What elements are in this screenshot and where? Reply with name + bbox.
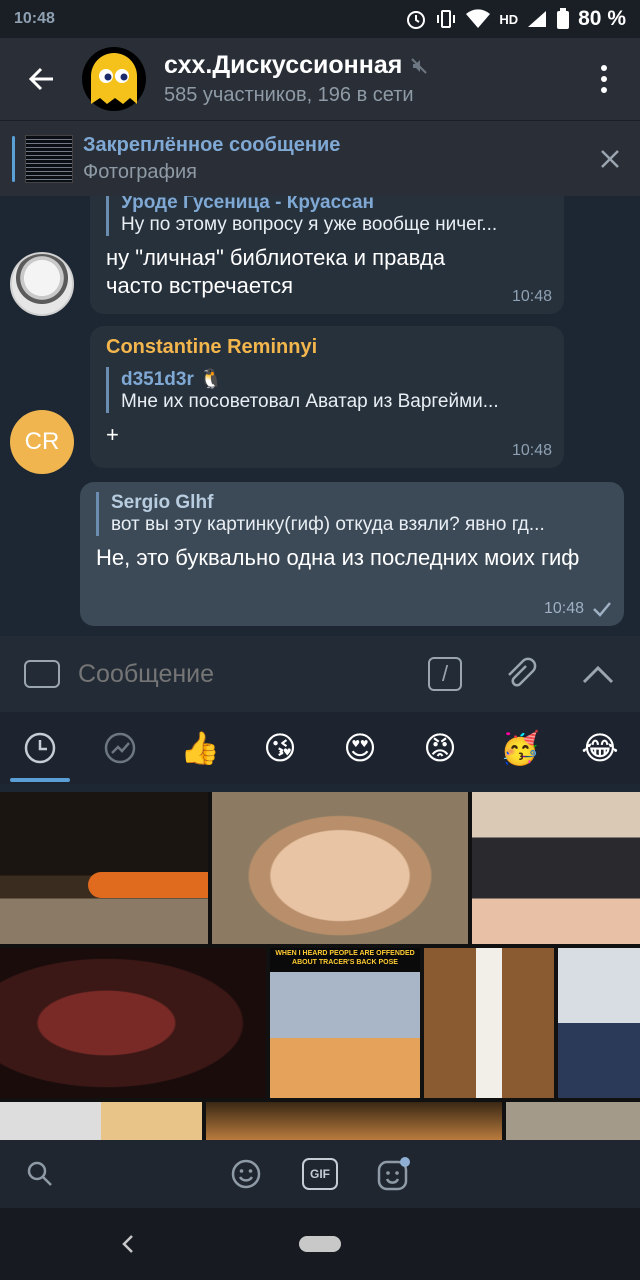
pinned-title: Закреплённое сообщение [83,133,341,156]
search-icon[interactable] [26,1160,54,1188]
keyboard-icon[interactable] [24,660,60,688]
chat-header: схх.Дискуссионная 585 участников, 196 в … [0,38,640,120]
battery-percent: 80 % [578,7,626,30]
emoji-tabs: 👍 😘 😍 😡 🥳 😂 [0,712,640,784]
emoji-thumbs-up[interactable]: 👍 [170,718,230,778]
reply-author: Уроде Гусеница - Круассан [121,196,375,213]
emoji-angry[interactable]: 😡 [410,718,470,778]
emoji-party[interactable]: 🥳 [490,718,550,778]
sender-name[interactable]: Constantine Reminnyi [106,336,548,359]
gif-cat-stretch[interactable] [424,948,554,1098]
emoji-heart-eyes[interactable]: 😍 [330,718,390,778]
reply-text: вот вы эту картинку(гиф) откуда взяли? я… [111,514,545,535]
network-type: HD [499,11,519,27]
gif-tab[interactable]: GIF [302,1158,338,1190]
gif-tracer-meme[interactable]: WHEN I HEARD PEOPLE ARE OFFENDED ABOUT T… [270,948,420,1098]
panel-bottom-nav: GIF [0,1140,640,1208]
message-input[interactable] [78,654,428,694]
gif-sand[interactable] [506,1102,640,1140]
emoji-kiss[interactable]: 😘 [250,718,310,778]
status-bar: 10:48 HD 80 % [0,0,640,38]
emoji-icon[interactable] [230,1158,262,1190]
more-options-button[interactable] [584,65,624,93]
check-icon [593,602,611,617]
chevron-up-icon[interactable] [578,654,618,694]
sticker-icon[interactable] [376,1156,412,1192]
message-bubble[interactable]: Constantine Reminnyi d351d3r 🐧 Мне их по… [90,326,564,468]
message-text: ну "личная" библиотека и правда часто вс… [106,245,446,298]
gif-grid[interactable]: WHEN I HEARD PEOPLE ARE OFFENDED ABOUT T… [0,792,640,1140]
reply-quote[interactable]: Sergio Glhf вот вы эту картинку(гиф) отк… [96,492,608,536]
message-bubble[interactable]: Уроде Гусеница - Круассан Ну по этому во… [90,196,564,314]
pinned-message[interactable]: Закреплённое сообщение Фотография [0,120,640,196]
chat-title[interactable]: схх.Дискуссионная [164,51,402,80]
arrow-left-icon [28,67,53,91]
active-tab-indicator [10,778,70,782]
pinned-close-button[interactable] [580,129,640,189]
vibrate-icon [437,10,456,28]
gif-girl-face[interactable] [212,792,468,944]
attach-icon[interactable] [502,656,538,692]
gif-carrot[interactable] [0,792,208,944]
chat-subtitle: 585 участников, 196 в сети [164,84,414,106]
trending-icon[interactable] [90,718,150,778]
message-bubble-outgoing[interactable]: Sergio Glhf вот вы эту картинку(гиф) отк… [80,482,624,626]
nav-back-icon[interactable] [120,1234,136,1254]
gif-dark-blur[interactable] [0,948,266,1098]
gif-fire[interactable] [206,1102,502,1140]
signal-icon [528,11,547,27]
reply-author: d351d3r 🐧 [121,369,223,390]
alarm-icon [407,11,426,29]
gif-tab-label: GIF [310,1167,330,1181]
pinned-subtitle: Фотография [83,160,197,183]
back-button[interactable] [0,38,82,120]
gif-blonde[interactable] [0,1102,202,1140]
avatar[interactable] [10,252,74,316]
message-input-bar: / [0,636,640,712]
message-text: Не, это буквально одна из последних моих… [96,545,580,570]
reply-text: Мне их посоветовал Аватар из Варгейми... [121,391,499,412]
system-navbar [0,1208,640,1280]
message-time: 10:48 [511,288,552,305]
avatar[interactable]: CR [10,410,74,474]
message-time: 10:48 [511,442,552,459]
gif-anime-waitress[interactable] [472,792,640,944]
pinned-indicator [12,135,15,182]
reply-quote[interactable]: Уроде Гусеница - Круассан Ну по этому во… [106,196,548,236]
message-list[interactable]: Уроде Гусеница - Круассан Ну по этому во… [0,196,640,636]
gif-people[interactable] [558,948,640,1098]
avatar-initials: CR [24,428,60,455]
reply-quote[interactable]: d351d3r 🐧 Мне их посоветовал Аватар из В… [106,367,548,413]
reply-author: Sergio Glhf [111,492,214,513]
home-pill[interactable] [299,1236,341,1252]
recent-icon[interactable] [10,718,70,778]
pinned-thumbnail [25,134,73,183]
gif-caption: WHEN I HEARD PEOPLE ARE OFFENDED ABOUT T… [275,950,415,966]
muted-icon [411,57,428,74]
battery-icon [557,8,570,29]
pacman-ghost-icon [91,53,137,104]
message-text: + [106,422,119,447]
message-time: 10:48 [543,600,584,617]
bot-command-icon[interactable]: / [428,657,462,691]
reply-text: Ну по этому вопросу я уже вообще ничег..… [121,214,498,235]
chat-avatar[interactable] [82,47,146,111]
wifi-icon [466,9,491,28]
status-time: 10:48 [14,10,55,27]
close-icon [601,149,619,168]
emoji-laugh[interactable]: 😂 [570,718,630,778]
